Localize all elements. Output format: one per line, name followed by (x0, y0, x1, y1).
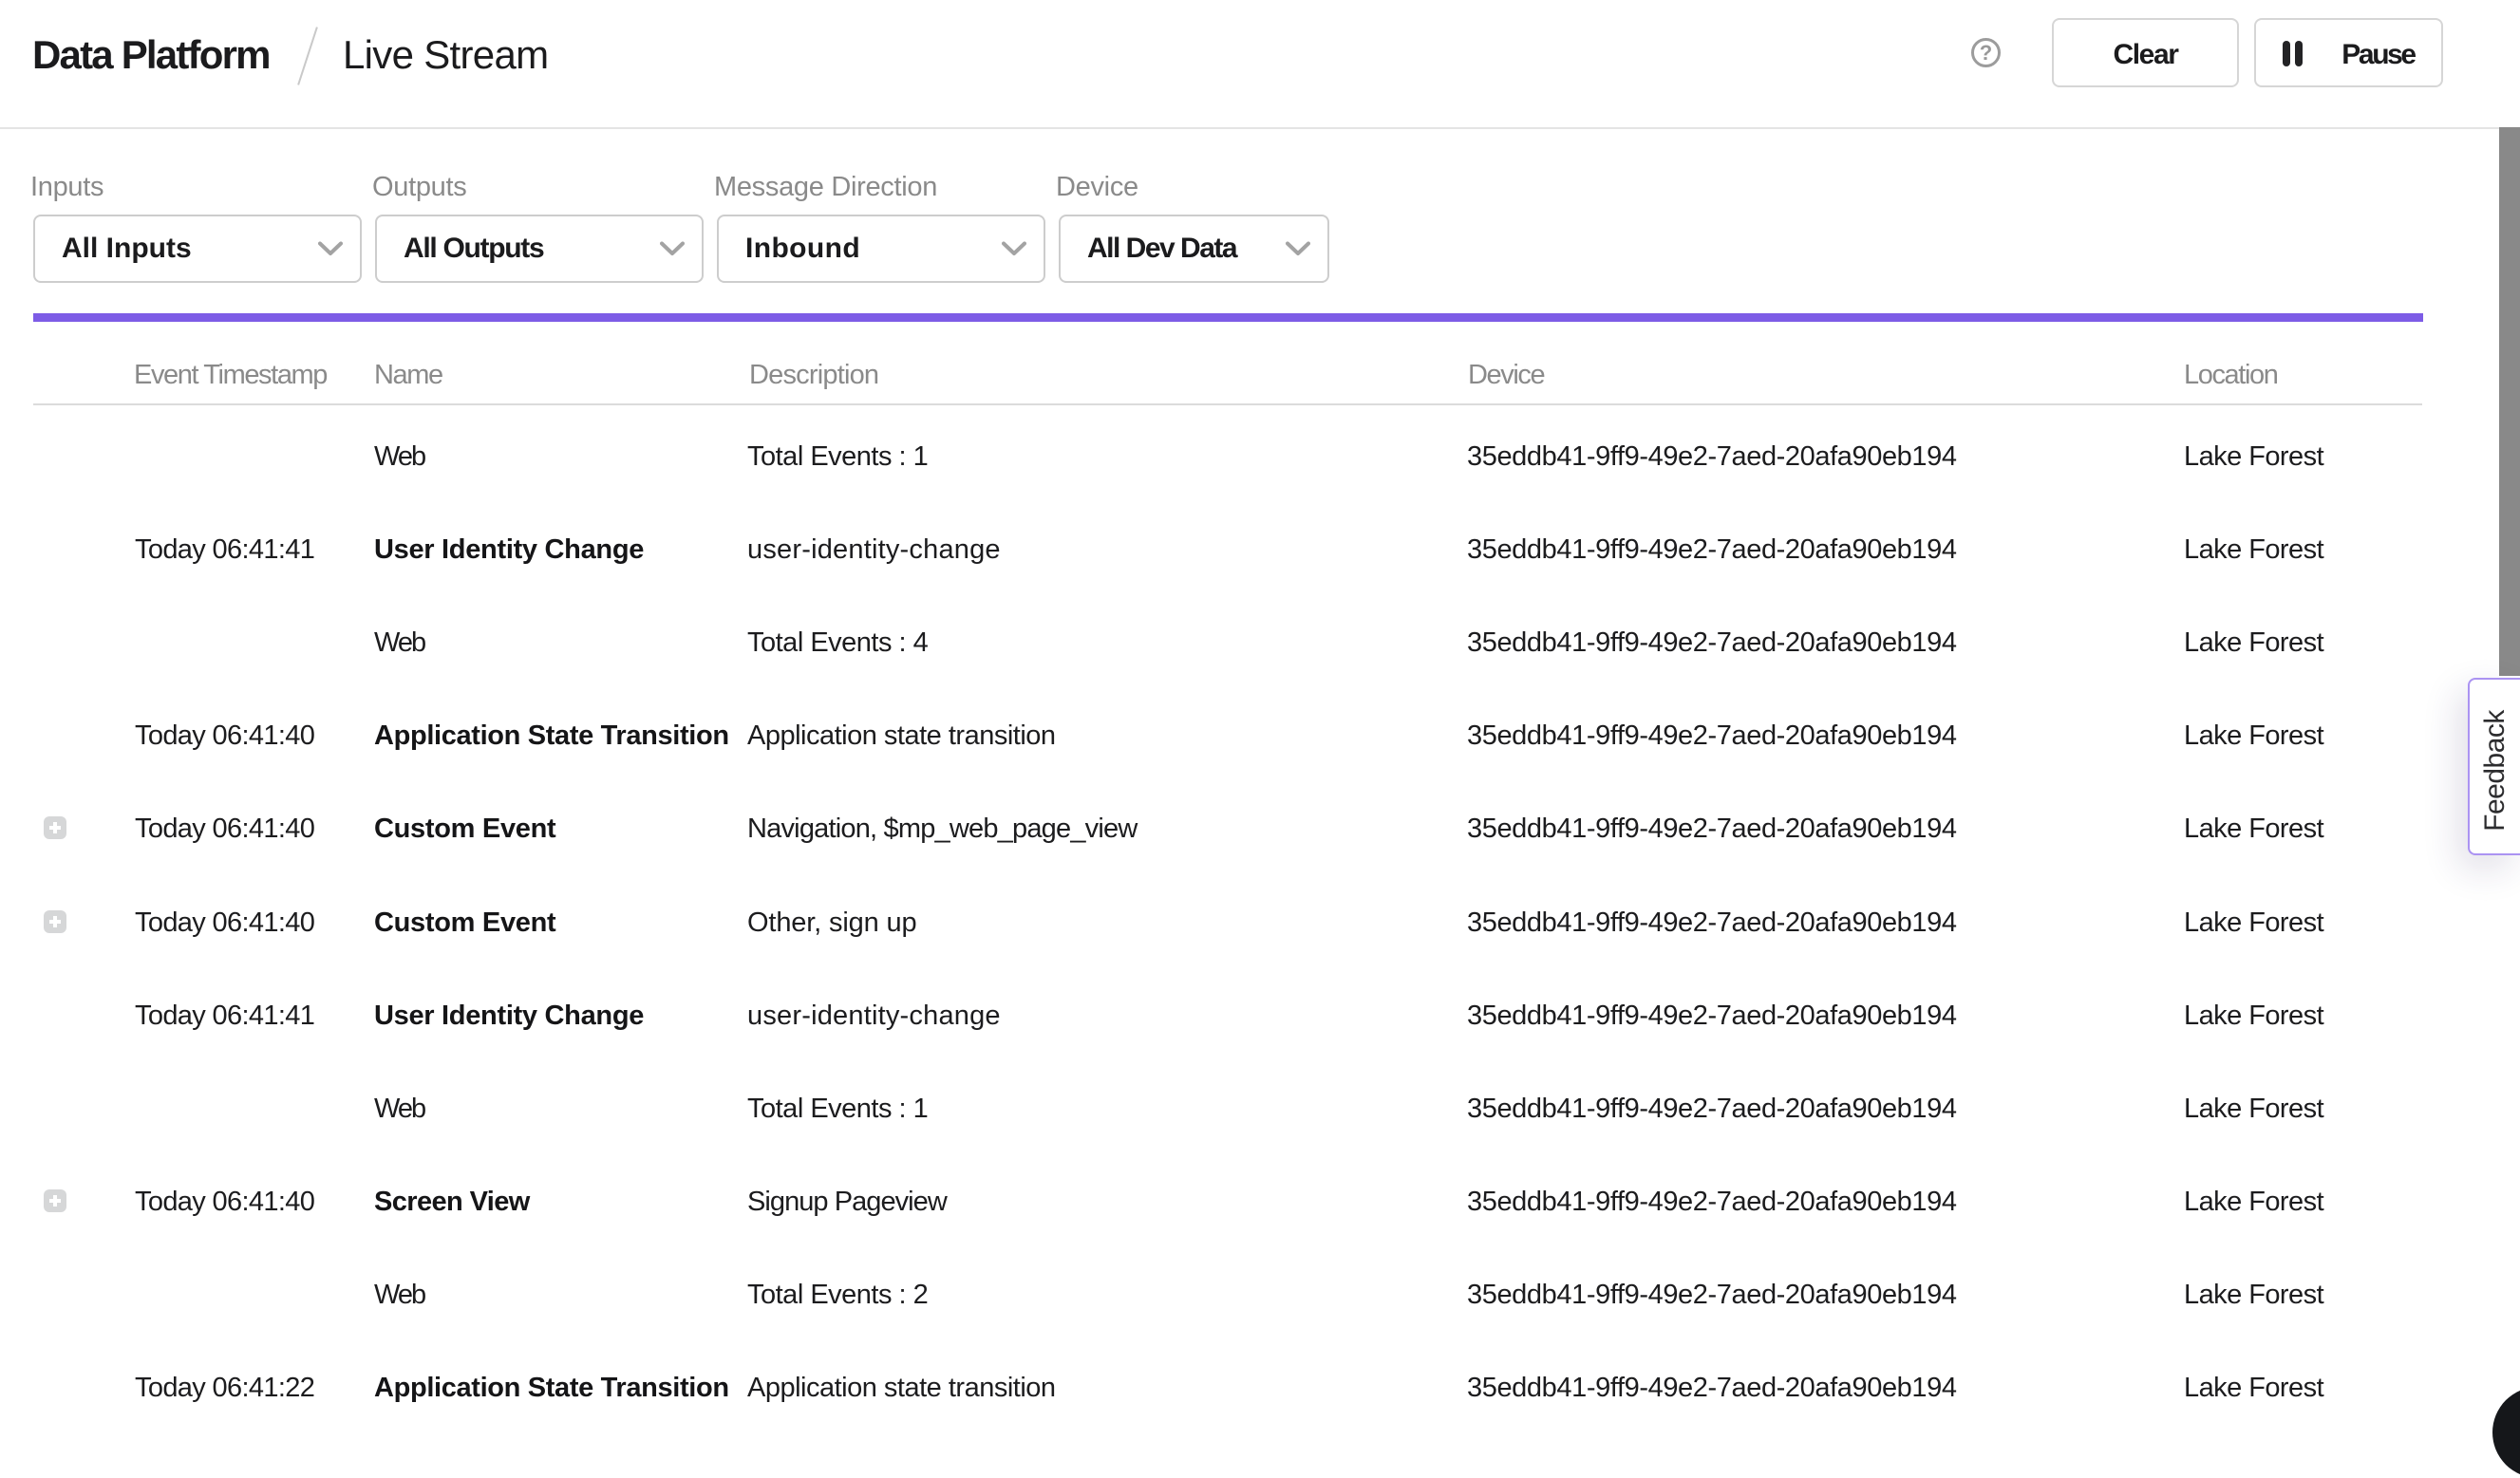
svg-text:?: ? (1980, 41, 1992, 65)
